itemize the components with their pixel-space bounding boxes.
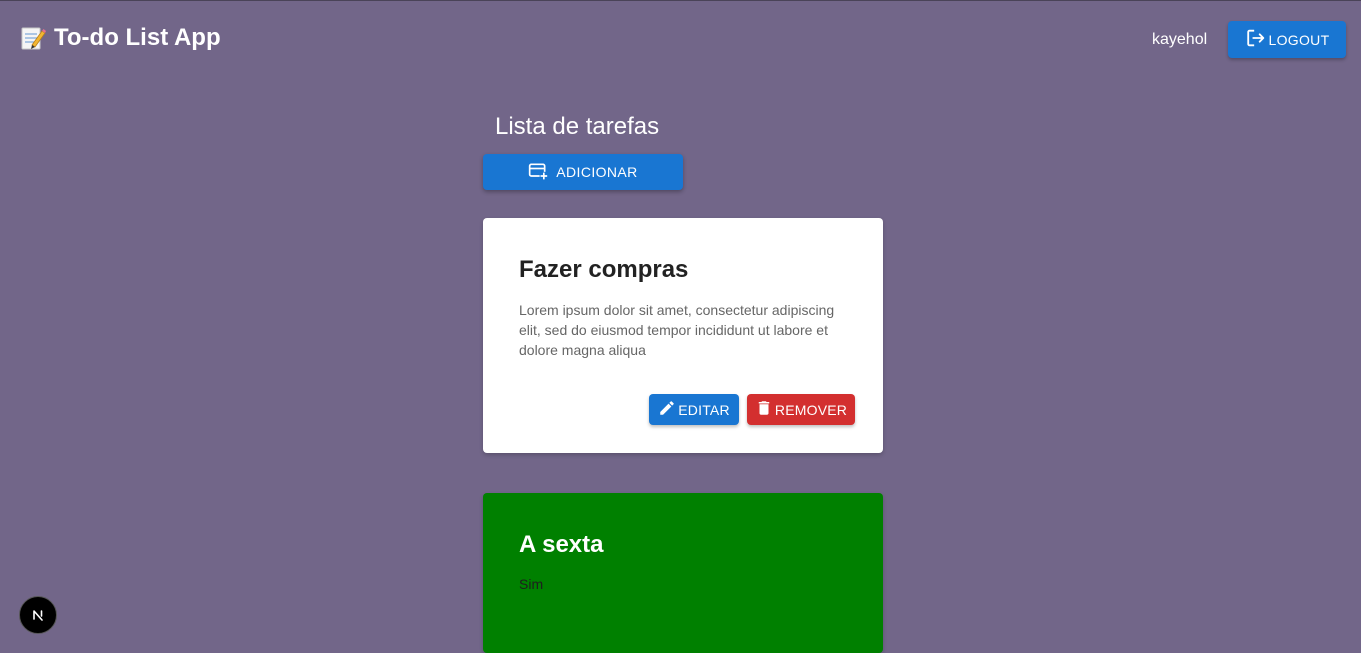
edit-label: EDITAR [678,401,730,418]
task-card-completed: A sexta Sim [483,493,883,653]
username: kayehol [1152,31,1208,48]
remove-label: REMOVER [774,401,848,418]
nextjs-icon[interactable] [19,596,57,634]
add-card-icon [528,161,549,184]
app-title-text: To-do List App [54,24,221,51]
add-label: ADICIONAR [556,164,638,180]
task-title: Fazer compras [519,256,689,283]
logout-button[interactable]: LOGOUT [1228,21,1346,58]
task-title: A sexta [519,531,604,558]
page-title: Lista de tarefas [495,113,660,140]
logout-icon [1245,27,1267,52]
task-description: Sim [519,576,544,592]
remove-button[interactable]: REMOVER [747,394,855,425]
task-card: Fazer compras Lorem ipsum dolor sit amet… [483,218,883,453]
logout-label: LOGOUT [1268,31,1330,48]
memo-icon [20,25,46,51]
edit-icon [658,399,676,420]
task-actions: EDITAR REMOVER [649,394,855,425]
edit-button[interactable]: EDITAR [649,394,739,425]
top-border [0,0,1361,1]
delete-icon [755,399,773,420]
add-task-button[interactable]: ADICIONAR [483,154,683,190]
app-title: To-do List App [20,24,221,52]
task-description: Lorem ipsum dolor sit amet, consectetur … [519,302,835,358]
